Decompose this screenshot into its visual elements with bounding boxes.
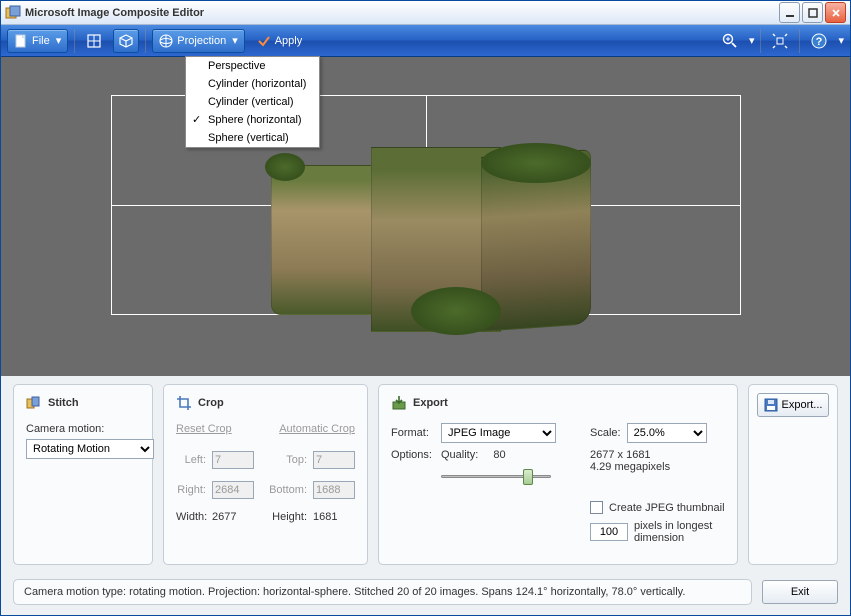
panorama-preview	[271, 147, 591, 347]
projection-option[interactable]: Sphere (vertical)	[186, 129, 319, 147]
title-bar: Microsoft Image Composite Editor	[1, 1, 850, 25]
chevron-down-icon[interactable]: ▾	[749, 34, 755, 47]
exit-button[interactable]: Exit	[762, 580, 838, 604]
svg-text:?: ?	[816, 36, 823, 48]
check-icon	[257, 34, 271, 48]
window-title: Microsoft Image Composite Editor	[25, 7, 779, 19]
crop-title: Crop	[198, 397, 224, 409]
bottom-label: Bottom:	[267, 484, 307, 496]
app-icon	[5, 5, 21, 21]
status-bar: Camera motion type: rotating motion. Pro…	[1, 573, 850, 615]
file-label: File	[32, 35, 50, 47]
app-window: Microsoft Image Composite Editor File ▾ …	[0, 0, 851, 616]
cube-view-button[interactable]	[113, 29, 139, 53]
help-button[interactable]: ?	[806, 29, 832, 53]
new-stitch-button[interactable]	[81, 29, 107, 53]
height-label: Height:	[267, 511, 307, 523]
maximize-button[interactable]	[802, 2, 823, 23]
thumbnail-size-input[interactable]	[590, 523, 628, 541]
crop-icon	[176, 395, 192, 411]
chevron-down-icon: ▾	[56, 34, 62, 47]
projection-option-label: Perspective	[208, 60, 265, 72]
projection-option[interactable]: Cylinder (vertical)	[186, 93, 319, 111]
quality-slider[interactable]	[441, 467, 551, 485]
quality-value: 80	[493, 449, 505, 461]
reset-crop-link[interactable]: Reset Crop	[176, 423, 232, 435]
projection-option[interactable]: ✓ Sphere (horizontal)	[186, 111, 319, 129]
chevron-down-icon: ▾	[232, 34, 238, 47]
close-button[interactable]	[825, 2, 846, 23]
canvas[interactable]	[1, 57, 850, 376]
export-dims: 2677 x 1681	[590, 449, 725, 461]
stitch-icon	[26, 395, 42, 411]
projection-option-label: Sphere (vertical)	[208, 132, 289, 144]
status-text: Camera motion type: rotating motion. Pro…	[13, 579, 752, 605]
panels-row: Stitch Camera motion: Rotating Motion Cr…	[1, 376, 850, 573]
chevron-down-icon[interactable]: ▾	[838, 34, 844, 47]
crop-width-value: 2677	[212, 511, 236, 523]
auto-crop-link[interactable]: Automatic Crop	[279, 423, 355, 435]
crop-left-input	[212, 451, 254, 469]
crop-bottom-input	[313, 481, 355, 499]
export-icon	[391, 395, 407, 411]
camera-motion-label: Camera motion:	[26, 423, 140, 435]
top-label: Top:	[267, 454, 307, 466]
projection-option[interactable]: Cylinder (horizontal)	[186, 75, 319, 93]
export-title: Export	[413, 397, 448, 409]
file-menu-button[interactable]: File ▾	[7, 29, 68, 53]
toolbar: File ▾ Projection ▾ Apply ▾ ?	[1, 25, 850, 57]
check-icon: ✓	[192, 113, 201, 126]
zoom-button[interactable]	[717, 29, 743, 53]
export-button-label: Export...	[782, 399, 823, 411]
export-mp: 4.29 megapixels	[590, 461, 725, 473]
format-label: Format:	[391, 427, 435, 439]
quality-label: Quality:	[441, 449, 478, 461]
window-controls	[779, 2, 846, 23]
projection-dropdown: Perspective Cylinder (horizontal) Cylinder…	[185, 56, 320, 148]
stitch-title: Stitch	[48, 397, 79, 409]
disk-icon	[764, 398, 778, 412]
right-label: Right:	[176, 484, 206, 496]
globe-icon	[159, 34, 173, 48]
minimize-button[interactable]	[779, 2, 800, 23]
file-icon	[14, 34, 28, 48]
projection-label: Projection	[177, 35, 226, 47]
apply-label: Apply	[275, 35, 303, 47]
scale-select[interactable]: 25.0%	[627, 423, 707, 443]
left-label: Left:	[176, 454, 206, 466]
projection-option-label: Sphere (horizontal)	[208, 114, 302, 126]
projection-option-label: Cylinder (vertical)	[208, 96, 294, 108]
thumbnail-suffix: pixels in longest dimension	[634, 520, 724, 544]
width-label: Width:	[176, 511, 206, 523]
export-button[interactable]: Export...	[757, 393, 829, 417]
thumbnail-checkbox[interactable]	[590, 501, 603, 514]
crop-top-input	[313, 451, 355, 469]
stitch-panel: Stitch Camera motion: Rotating Motion	[13, 384, 153, 565]
scale-label: Scale:	[590, 427, 621, 439]
camera-motion-select[interactable]: Rotating Motion	[26, 439, 154, 459]
options-label: Options:	[391, 449, 435, 461]
crop-height-value: 1681	[313, 511, 337, 523]
export-panel: Export Format: JPEG Image Options: Qualit…	[378, 384, 738, 565]
thumbnail-label: Create JPEG thumbnail	[609, 502, 725, 514]
export-button-panel: Export...	[748, 384, 838, 565]
projection-menu-button[interactable]: Projection ▾	[152, 29, 244, 53]
crop-right-input	[212, 481, 254, 499]
apply-button[interactable]: Apply	[251, 29, 309, 53]
projection-option-label: Cylinder (horizontal)	[208, 78, 306, 90]
crop-panel: Crop Reset Crop Automatic Crop Left: Top…	[163, 384, 368, 565]
projection-option[interactable]: Perspective	[186, 57, 319, 75]
format-select[interactable]: JPEG Image	[441, 423, 556, 443]
fit-view-button[interactable]	[767, 29, 793, 53]
